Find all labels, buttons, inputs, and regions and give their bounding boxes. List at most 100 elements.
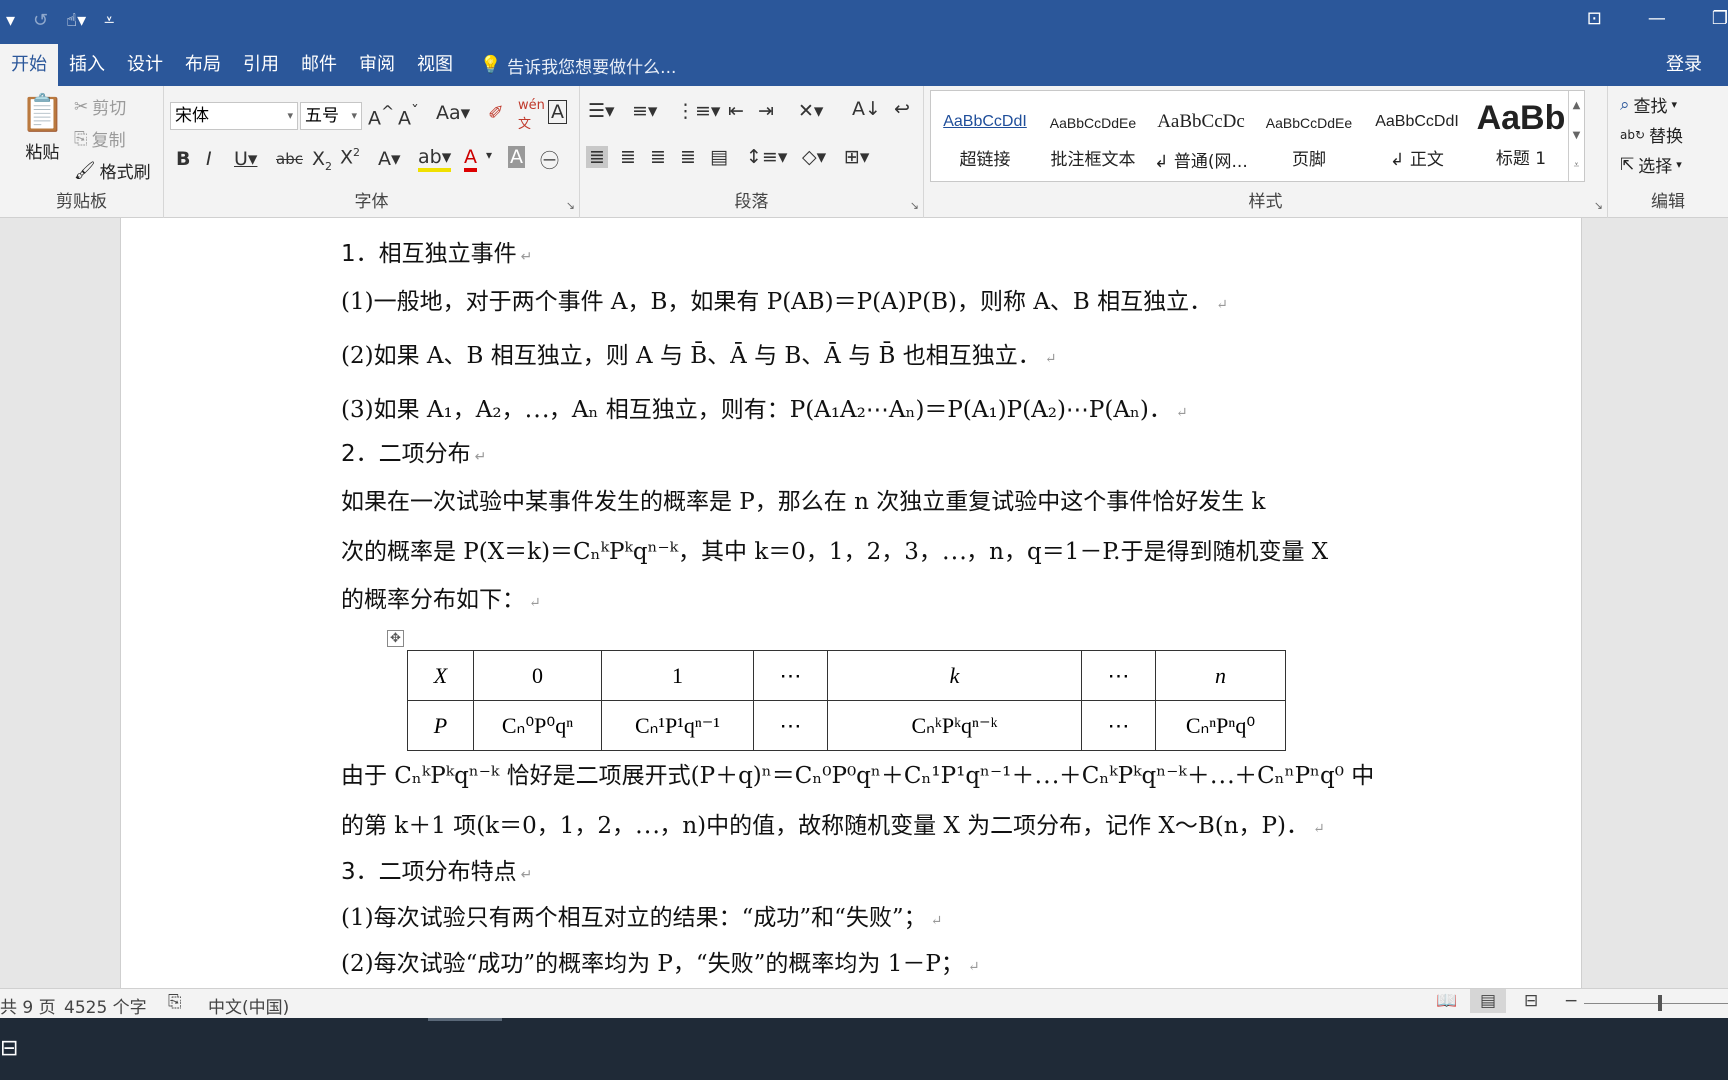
text-effects-icon[interactable]: A▾ — [378, 148, 401, 170]
cut-button[interactable]: ✂ 剪切 — [74, 94, 126, 120]
chevron-down-icon[interactable]: ▾ — [486, 148, 492, 162]
asian-layout-icon[interactable]: ✕▾ — [798, 100, 823, 122]
subscript-icon[interactable]: X2 — [312, 148, 332, 173]
styles-scroll[interactable]: ▲ ▼ ⩡ — [1568, 91, 1584, 181]
login-button[interactable]: 登录 — [1666, 44, 1702, 86]
document-page[interactable]: 1．相互独立事件 ↵ (1)一般地，对于两个事件 A，B，如果有 P(AB)＝P(… — [120, 218, 1582, 988]
zoom-slider-thumb[interactable] — [1658, 995, 1662, 1011]
highlight-icon[interactable]: ab▾ — [418, 146, 452, 172]
page-count[interactable]: 共 9 页 — [0, 993, 56, 1018]
enclose-char-icon[interactable]: ㊀ — [540, 146, 559, 173]
table-cell[interactable]: ⋯ — [753, 700, 828, 751]
justify-icon[interactable]: ≣ — [680, 146, 696, 168]
decrease-indent-icon[interactable]: ⇤ — [728, 100, 744, 122]
shading-icon[interactable]: ◇▾ — [802, 146, 826, 168]
phonetic-guide-icon[interactable]: wén 文 — [518, 98, 545, 132]
tab-review[interactable]: 审阅 — [348, 44, 406, 86]
show-marks-icon[interactable]: ↩ — [894, 98, 910, 120]
sort-icon[interactable]: A↓ — [852, 98, 881, 120]
tab-layout[interactable]: 布局 — [174, 44, 232, 86]
paragraph-mark: ↵ — [474, 449, 487, 465]
font-color-icon[interactable]: A — [464, 146, 477, 172]
print-layout-icon[interactable]: ▤ — [1470, 989, 1507, 1013]
format-painter-button[interactable]: 🖌 格式刷 — [74, 158, 151, 184]
align-right-icon[interactable]: ≣ — [650, 146, 666, 168]
table-cell[interactable]: CₙᵏPᵏqⁿ⁻ᵏ — [827, 700, 1082, 751]
ribbon-display-icon[interactable]: ⊡ — [1587, 8, 1602, 29]
table-cell[interactable]: ⋯ — [1081, 650, 1156, 701]
font-size-select[interactable]: 五号 ▾ — [300, 102, 362, 130]
minimize-icon[interactable]: — — [1648, 8, 1666, 29]
table-cell[interactable]: X — [407, 650, 474, 701]
style-item-heading1[interactable]: AaBb 标题 1 — [1471, 91, 1571, 181]
italic-icon[interactable]: I — [206, 148, 212, 170]
table-cell[interactable]: Cₙ¹P¹qⁿ⁻¹ — [601, 700, 754, 751]
tell-me-box[interactable]: 💡 告诉我您想要做什么... — [464, 53, 676, 78]
tab-design[interactable]: 设计 — [116, 44, 174, 86]
table-cell[interactable]: ⋯ — [753, 650, 828, 701]
table-cell[interactable]: CₙⁿPⁿq⁰ — [1155, 700, 1286, 751]
table-cell[interactable]: k — [827, 650, 1082, 701]
table-cell[interactable]: 0 — [473, 650, 602, 701]
word-count[interactable]: 4525 个字 — [64, 993, 147, 1018]
style-item-normal-web[interactable]: AaBbCcDc ↲ 普通(网... — [1147, 91, 1255, 181]
table-cell[interactable]: P — [407, 700, 474, 751]
undo-icon[interactable]: ▾ — [6, 10, 15, 31]
char-shading-icon[interactable]: A — [508, 146, 525, 168]
underline-icon[interactable]: U▾ — [234, 148, 257, 170]
increase-indent-icon[interactable]: ⇥ — [758, 100, 774, 122]
redo-icon[interactable]: ↺ — [33, 10, 48, 31]
numbering-icon[interactable]: ≡▾ — [632, 100, 657, 122]
tab-view[interactable]: 视图 — [406, 44, 464, 86]
language[interactable]: 中文(中国) — [208, 993, 289, 1018]
change-case-icon[interactable]: Aa▾ — [436, 102, 470, 124]
superscript-icon[interactable]: X2 — [340, 146, 360, 168]
replace-button[interactable]: ab↻ 替换 — [1620, 122, 1683, 147]
align-center-icon[interactable]: ≣ — [620, 146, 636, 168]
tab-references[interactable]: 引用 — [232, 44, 290, 86]
replace-label: 替换 — [1649, 127, 1684, 147]
font-name-select[interactable]: 宋体 ▾ — [170, 102, 298, 130]
table-move-handle[interactable]: ✥ — [387, 630, 404, 647]
customize-qat-icon[interactable]: ⩡ — [104, 10, 114, 31]
multilevel-list-icon[interactable]: ⋮≡▾ — [676, 100, 720, 122]
zoom-out-icon[interactable]: − — [1564, 991, 1578, 1011]
distributed-icon[interactable]: ▤ — [710, 146, 728, 168]
char-border-icon[interactable]: A — [548, 100, 567, 124]
borders-icon[interactable]: ⊞▾ — [844, 146, 869, 168]
style-item-hyperlink[interactable]: AaBbCcDdI 超链接 — [931, 91, 1039, 181]
clear-format-icon[interactable]: ✐ — [488, 102, 504, 124]
web-layout-icon[interactable]: ⊟ — [1524, 991, 1538, 1011]
style-item-normal[interactable]: AaBbCcDdI ↲ 正文 — [1363, 91, 1471, 181]
tab-home[interactable]: 开始 — [0, 44, 58, 86]
table-cell[interactable]: Cₙ⁰P⁰qⁿ — [473, 700, 602, 751]
zoom-slider[interactable] — [1584, 1003, 1728, 1004]
copy-button[interactable]: ⎘ 复制 — [74, 126, 126, 152]
paragraph-mark: ↵ — [1216, 297, 1228, 313]
dialog-launcher-icon[interactable]: ↘ — [566, 199, 575, 212]
shrink-font-icon[interactable]: Aˇ — [398, 102, 419, 129]
tab-insert[interactable]: 插入 — [58, 44, 116, 86]
dialog-launcher-icon[interactable]: ↘ — [1594, 199, 1603, 212]
style-item-footer[interactable]: AaBbCcDdEe 页脚 — [1255, 91, 1363, 181]
select-button[interactable]: ⇱ 选择 ▾ — [1620, 152, 1682, 178]
align-left-icon[interactable]: ≣ — [586, 146, 608, 168]
strikethrough-icon[interactable]: abc — [276, 150, 303, 168]
table-cell[interactable]: 1 — [601, 650, 754, 701]
grow-font-icon[interactable]: A^ — [368, 102, 394, 129]
bold-icon[interactable]: B — [176, 148, 190, 170]
paste-button[interactable]: 📋 粘贴 — [20, 92, 65, 163]
find-button[interactable]: ⌕ 查找 ▾ — [1620, 92, 1677, 118]
line-spacing-icon[interactable]: ↕≡▾ — [746, 146, 787, 168]
proofing-icon[interactable]: ⎘ — [168, 992, 182, 1012]
restore-icon[interactable]: ❐ — [1712, 8, 1728, 29]
read-mode-icon[interactable]: 📖 — [1436, 991, 1457, 1011]
table-cell[interactable]: ⋯ — [1081, 700, 1156, 751]
table-cell[interactable]: n — [1155, 650, 1286, 701]
tab-mailings[interactable]: 邮件 — [290, 44, 348, 86]
dialog-launcher-icon[interactable]: ↘ — [910, 199, 919, 212]
touch-mode-icon[interactable]: ☝▾ — [66, 10, 86, 31]
bullets-icon[interactable]: ☰▾ — [588, 100, 615, 122]
taskbar-app-icon[interactable]: ⊟ — [0, 1036, 18, 1061]
style-item-balloon-text[interactable]: AaBbCcDdEe 批注框文本 — [1039, 91, 1147, 181]
